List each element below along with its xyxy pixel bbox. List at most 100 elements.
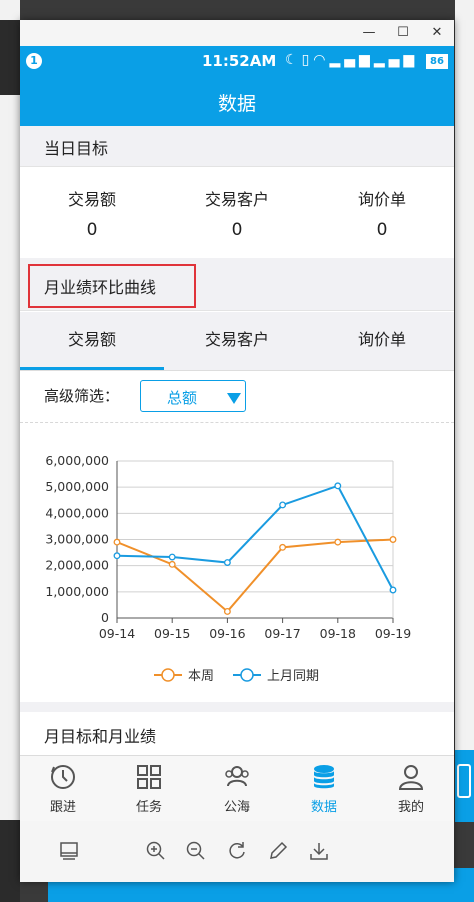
vibrate-icon: ▯ bbox=[301, 52, 314, 68]
database-icon bbox=[314, 765, 334, 789]
tab-trade-customers[interactable]: 交易客户 bbox=[165, 312, 309, 370]
month-target-header: 月目标和月业绩 bbox=[20, 712, 454, 755]
metric-tabs: 交易额 交易客户 询价单 bbox=[20, 312, 454, 371]
daily-target-title: 当日目标 bbox=[44, 139, 109, 158]
x-tick-label: 09-18 bbox=[320, 626, 356, 641]
y-tick-label: 5,000,000 bbox=[45, 479, 109, 494]
stat-value: 0 bbox=[86, 220, 98, 240]
tab-inquiries[interactable]: 询价单 bbox=[310, 312, 454, 370]
bottom-nav: 跟进 任务 公海 数据 我的 bbox=[20, 755, 454, 822]
data-point bbox=[389, 536, 397, 543]
stat-value: 0 bbox=[376, 220, 388, 240]
pencil-icon[interactable] bbox=[266, 839, 290, 863]
x-tick-label: 09-14 bbox=[99, 626, 135, 641]
dropdown-arrow-icon bbox=[227, 393, 241, 404]
data-point bbox=[389, 586, 397, 594]
grid-icon bbox=[137, 765, 161, 789]
stat-trade-customers: 交易客户 0 bbox=[165, 186, 309, 240]
window-titlebar: — ☐ ✕ bbox=[20, 20, 454, 46]
divider bbox=[20, 422, 454, 423]
rotate-icon[interactable] bbox=[225, 839, 249, 863]
nav-label: 公海 bbox=[223, 800, 250, 815]
nav-label: 我的 bbox=[397, 800, 424, 815]
filter-select-value: 总额 bbox=[167, 389, 198, 407]
nav-label: 跟进 bbox=[49, 800, 76, 815]
daily-target-header: 当日目标 bbox=[20, 126, 454, 167]
moon-icon: ☾ bbox=[285, 52, 302, 68]
legend-marker bbox=[161, 668, 175, 682]
maximize-button[interactable]: ☐ bbox=[386, 20, 420, 46]
x-tick-label: 09-16 bbox=[209, 626, 245, 641]
tab-trade-amount[interactable]: 交易额 bbox=[20, 312, 164, 370]
legend-label: 上月同期 bbox=[267, 669, 319, 684]
emulator-toolbar bbox=[20, 821, 454, 882]
close-button[interactable]: ✕ bbox=[420, 20, 454, 46]
y-tick-label: 4,000,000 bbox=[45, 505, 109, 520]
stat-inquiries: 询价单 0 bbox=[310, 186, 454, 240]
page-title: 数据 bbox=[20, 76, 454, 132]
highlight-box bbox=[28, 264, 196, 308]
legend-marker bbox=[240, 668, 254, 682]
users-icon bbox=[225, 766, 249, 787]
zoom-out-icon[interactable] bbox=[184, 839, 208, 863]
background-blue-panel bbox=[455, 750, 474, 822]
y-tick-label: 0 bbox=[101, 610, 109, 625]
status-bar: 1 11:52AM ☾▯◠▂▄▆▂▄▆ 86 bbox=[20, 46, 454, 76]
emulator-window: — ☐ ✕ 1 11:52AM ☾▯◠▂▄▆▂▄▆ 86 数据 当日目标 交易额… bbox=[20, 20, 454, 882]
nav-item-mine[interactable]: 我的 bbox=[368, 762, 454, 815]
y-tick-label: 1,000,000 bbox=[45, 584, 109, 599]
nav-item-public-pool[interactable]: 公海 bbox=[194, 762, 280, 815]
background-bottom-left bbox=[0, 820, 20, 902]
nav-item-data[interactable]: 数据 bbox=[281, 762, 367, 815]
download-icon[interactable] bbox=[307, 839, 331, 863]
legend-label: 本周 bbox=[188, 669, 214, 684]
data-point bbox=[168, 560, 176, 568]
data-point bbox=[334, 538, 342, 546]
screen-icon[interactable] bbox=[57, 839, 81, 863]
data-point bbox=[223, 559, 231, 566]
x-tick-label: 09-17 bbox=[264, 626, 300, 641]
signal-icon: ▂▄▆ bbox=[329, 52, 374, 68]
nav-label: 数据 bbox=[310, 800, 337, 815]
x-tick-label: 09-15 bbox=[154, 626, 190, 641]
data-point bbox=[279, 501, 287, 509]
data-point bbox=[168, 553, 176, 561]
x-tick-label: 09-19 bbox=[375, 626, 411, 641]
nav-item-follow-up[interactable]: 跟进 bbox=[20, 762, 106, 815]
person-icon bbox=[398, 765, 424, 790]
data-point bbox=[113, 552, 121, 560]
clock-icon bbox=[51, 765, 75, 789]
minimize-button[interactable]: — bbox=[352, 20, 386, 46]
y-tick-label: 2,000,000 bbox=[45, 558, 109, 573]
stat-trade-amount: 交易额 0 bbox=[20, 186, 164, 240]
background-phone-icon bbox=[457, 764, 471, 798]
series-line-1 bbox=[116, 484, 394, 591]
wifi-icon: ◠ bbox=[313, 52, 330, 68]
data-point bbox=[113, 538, 121, 546]
data-point bbox=[223, 608, 231, 615]
series-line-0 bbox=[116, 538, 394, 613]
zoom-in-icon[interactable] bbox=[144, 839, 168, 863]
background-bar-left bbox=[0, 20, 20, 95]
status-icons: ☾▯◠▂▄▆▂▄▆ bbox=[285, 52, 418, 68]
y-tick-label: 6,000,000 bbox=[45, 453, 109, 468]
signal-icon-2: ▂▄▆ bbox=[373, 52, 419, 68]
y-tick-label: 3,000,000 bbox=[45, 532, 109, 547]
nav-item-tasks[interactable]: 任务 bbox=[106, 762, 192, 815]
stat-label: 交易额 bbox=[67, 190, 116, 209]
nav-label: 任务 bbox=[135, 800, 162, 815]
notification-badge: 1 bbox=[26, 53, 42, 69]
status-time: 11:52AM bbox=[202, 52, 277, 70]
stat-value: 0 bbox=[231, 220, 243, 240]
battery-level: 86 bbox=[426, 54, 448, 69]
data-point bbox=[279, 543, 287, 551]
line-chart: 0 1,000,000 2,000,000 3,000,000 4,000,000 5,0… bbox=[45, 453, 411, 684]
filter-select[interactable]: 总额 bbox=[140, 380, 246, 412]
month-target-title: 月目标和月业绩 bbox=[44, 727, 157, 746]
stat-label: 询价单 bbox=[357, 190, 406, 209]
background-window-right bbox=[455, 0, 474, 750]
data-point bbox=[334, 482, 342, 490]
section-gap bbox=[20, 702, 454, 712]
filter-label: 高级筛选： bbox=[44, 387, 120, 405]
background-window-left bbox=[0, 0, 20, 820]
